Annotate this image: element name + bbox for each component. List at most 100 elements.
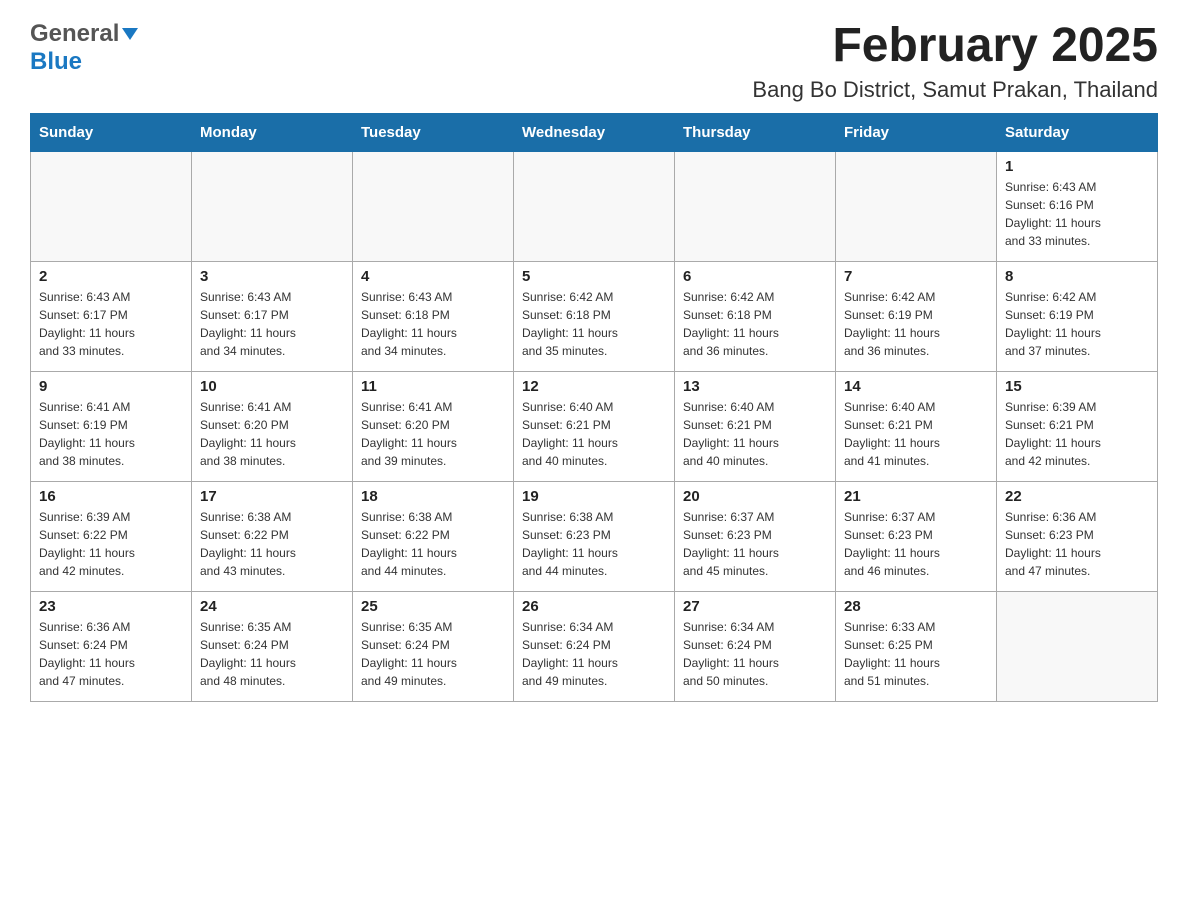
calendar-day-cell: 14Sunrise: 6:40 AM Sunset: 6:21 PM Dayli… [836,371,997,481]
day-number: 10 [200,378,344,395]
day-info: Sunrise: 6:40 AM Sunset: 6:21 PM Dayligh… [522,398,666,470]
calendar-week-row: 23 Sunrise: 6:36 AM Sunset: 6:24 PM Dayli… [31,591,1158,701]
day-info: Sunrise: 6:36 AM Sunset: 6:24 PM Dayligh… [39,618,183,690]
calendar-day-cell: 2 Sunrise: 6:43 AM Sunset: 6:17 PM Daylig… [31,261,192,371]
day-number: 26 [522,598,666,615]
day-number: 21 [844,488,988,505]
day-info: Sunrise: 6:33 AM Sunset: 6:25 PM Dayligh… [844,618,988,690]
weekday-header-friday: Friday [836,113,997,151]
calendar-day-cell: 19 Sunrise: 6:38 AM Sunset: 6:23 PM Dayli… [514,481,675,591]
calendar-day-cell: 28Sunrise: 6:33 AM Sunset: 6:25 PM Dayli… [836,591,997,701]
calendar-day-cell: 17Sunrise: 6:38 AM Sunset: 6:22 PM Dayli… [192,481,353,591]
day-number: 11 [361,378,505,395]
day-number: 6 [683,268,827,285]
calendar-day-cell [31,151,192,261]
calendar-week-row: 16Sunrise: 6:39 AM Sunset: 6:22 PM Dayli… [31,481,1158,591]
day-info: Sunrise: 6:37 AM Sunset: 6:23 PM Dayligh… [844,508,988,580]
calendar-day-cell: 22 Sunrise: 6:36 AM Sunset: 6:23 PM Dayli… [997,481,1158,591]
day-info: Sunrise: 6:36 AM Sunset: 6:23 PM Dayligh… [1005,508,1149,580]
calendar-day-cell: 15 Sunrise: 6:39 AM Sunset: 6:21 PM Dayli… [997,371,1158,481]
logo-general: General [30,20,119,47]
day-number: 1 [1005,158,1149,175]
day-info: Sunrise: 6:42 AM Sunset: 6:19 PM Dayligh… [1005,288,1149,360]
day-info: Sunrise: 6:42 AM Sunset: 6:19 PM Dayligh… [844,288,988,360]
day-number: 23 [39,598,183,615]
day-number: 22 [1005,488,1149,505]
day-info: Sunrise: 6:34 AM Sunset: 6:24 PM Dayligh… [522,618,666,690]
page-header: General Blue February 2025 Bang Bo Distr… [30,20,1158,103]
day-info: Sunrise: 6:40 AM Sunset: 6:21 PM Dayligh… [683,398,827,470]
calendar-day-cell [836,151,997,261]
logo-text: General [30,20,141,48]
weekday-header-tuesday: Tuesday [353,113,514,151]
calendar-table: SundayMondayTuesdayWednesdayThursdayFrid… [30,113,1158,702]
day-info: Sunrise: 6:41 AM Sunset: 6:20 PM Dayligh… [200,398,344,470]
weekday-header-sunday: Sunday [31,113,192,151]
logo-triangle-icon [120,24,140,44]
day-number: 19 [522,488,666,505]
day-info: Sunrise: 6:38 AM Sunset: 6:22 PM Dayligh… [361,508,505,580]
calendar-day-cell [192,151,353,261]
calendar-day-cell: 21 Sunrise: 6:37 AM Sunset: 6:23 PM Dayli… [836,481,997,591]
day-info: Sunrise: 6:39 AM Sunset: 6:21 PM Dayligh… [1005,398,1149,470]
day-number: 7 [844,268,988,285]
calendar-day-cell: 7 Sunrise: 6:42 AM Sunset: 6:19 PM Daylig… [836,261,997,371]
day-number: 12 [522,378,666,395]
calendar-day-cell [514,151,675,261]
day-number: 13 [683,378,827,395]
day-info: Sunrise: 6:35 AM Sunset: 6:24 PM Dayligh… [361,618,505,690]
day-info: Sunrise: 6:37 AM Sunset: 6:23 PM Dayligh… [683,508,827,580]
calendar-day-cell: 25 Sunrise: 6:35 AM Sunset: 6:24 PM Dayli… [353,591,514,701]
day-info: Sunrise: 6:38 AM Sunset: 6:23 PM Dayligh… [522,508,666,580]
day-info: Sunrise: 6:43 AM Sunset: 6:18 PM Dayligh… [361,288,505,360]
day-info: Sunrise: 6:42 AM Sunset: 6:18 PM Dayligh… [683,288,827,360]
logo-area: General Blue [30,20,141,76]
weekday-header-row: SundayMondayTuesdayWednesdayThursdayFrid… [31,113,1158,151]
day-info: Sunrise: 6:41 AM Sunset: 6:20 PM Dayligh… [361,398,505,470]
calendar-day-cell: 26 Sunrise: 6:34 AM Sunset: 6:24 PM Dayli… [514,591,675,701]
day-number: 14 [844,378,988,395]
page-title: February 2025 [752,20,1158,73]
calendar-day-cell: 13 Sunrise: 6:40 AM Sunset: 6:21 PM Dayli… [675,371,836,481]
day-number: 18 [361,488,505,505]
calendar-day-cell: 16Sunrise: 6:39 AM Sunset: 6:22 PM Dayli… [31,481,192,591]
day-info: Sunrise: 6:39 AM Sunset: 6:22 PM Dayligh… [39,508,183,580]
calendar-week-row: 9 Sunrise: 6:41 AM Sunset: 6:19 PM Daylig… [31,371,1158,481]
day-number: 25 [361,598,505,615]
day-info: Sunrise: 6:34 AM Sunset: 6:24 PM Dayligh… [683,618,827,690]
day-number: 9 [39,378,183,395]
calendar-day-cell: 5Sunrise: 6:42 AM Sunset: 6:18 PM Daylig… [514,261,675,371]
day-number: 20 [683,488,827,505]
calendar-day-cell: 12 Sunrise: 6:40 AM Sunset: 6:21 PM Dayli… [514,371,675,481]
calendar-week-row: 2 Sunrise: 6:43 AM Sunset: 6:17 PM Daylig… [31,261,1158,371]
calendar-day-cell: 23 Sunrise: 6:36 AM Sunset: 6:24 PM Dayli… [31,591,192,701]
calendar-day-cell: 6 Sunrise: 6:42 AM Sunset: 6:18 PM Daylig… [675,261,836,371]
day-number: 15 [1005,378,1149,395]
calendar-day-cell: 4Sunrise: 6:43 AM Sunset: 6:18 PM Daylig… [353,261,514,371]
calendar-day-cell: 1Sunrise: 6:43 AM Sunset: 6:16 PM Daylig… [997,151,1158,261]
day-info: Sunrise: 6:41 AM Sunset: 6:19 PM Dayligh… [39,398,183,470]
calendar-body: 1Sunrise: 6:43 AM Sunset: 6:16 PM Daylig… [31,151,1158,701]
weekday-header-monday: Monday [192,113,353,151]
calendar-day-cell: 10 Sunrise: 6:41 AM Sunset: 6:20 PM Dayli… [192,371,353,481]
weekday-header-saturday: Saturday [997,113,1158,151]
day-number: 8 [1005,268,1149,285]
logo: General [30,20,141,48]
title-area: February 2025 Bang Bo District, Samut Pr… [752,20,1158,103]
day-number: 24 [200,598,344,615]
day-number: 2 [39,268,183,285]
calendar-day-cell: 24 Sunrise: 6:35 AM Sunset: 6:24 PM Dayli… [192,591,353,701]
day-info: Sunrise: 6:38 AM Sunset: 6:22 PM Dayligh… [200,508,344,580]
day-info: Sunrise: 6:42 AM Sunset: 6:18 PM Dayligh… [522,288,666,360]
day-info: Sunrise: 6:43 AM Sunset: 6:17 PM Dayligh… [39,288,183,360]
day-info: Sunrise: 6:35 AM Sunset: 6:24 PM Dayligh… [200,618,344,690]
calendar-day-cell: 9 Sunrise: 6:41 AM Sunset: 6:19 PM Daylig… [31,371,192,481]
calendar-day-cell [675,151,836,261]
calendar-day-cell [353,151,514,261]
calendar-week-row: 1Sunrise: 6:43 AM Sunset: 6:16 PM Daylig… [31,151,1158,261]
calendar-day-cell: 18 Sunrise: 6:38 AM Sunset: 6:22 PM Dayli… [353,481,514,591]
calendar-header: SundayMondayTuesdayWednesdayThursdayFrid… [31,113,1158,151]
weekday-header-wednesday: Wednesday [514,113,675,151]
calendar-day-cell [997,591,1158,701]
calendar-day-cell: 11 Sunrise: 6:41 AM Sunset: 6:20 PM Dayli… [353,371,514,481]
